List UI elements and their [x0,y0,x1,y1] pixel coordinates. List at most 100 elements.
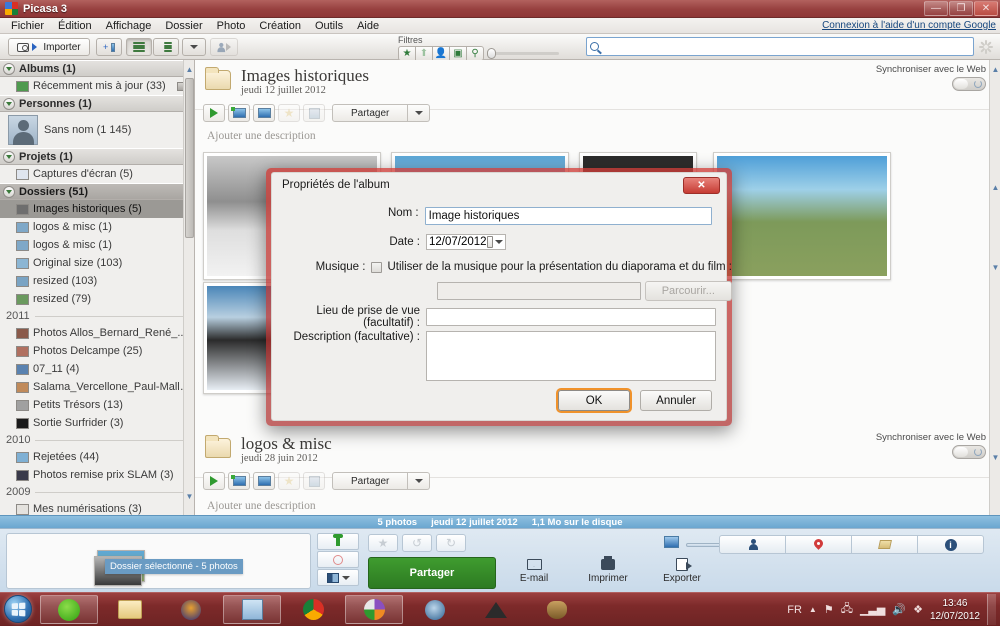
add-folder-button[interactable]: + [96,38,122,56]
sidebar-item-photos-delcampe[interactable]: Photos Delcampe (25) [0,342,194,360]
sidebar-group-projets[interactable]: Projets (1) [0,148,194,165]
cancel-button[interactable]: Annuler [640,390,712,411]
collapse-disc-icon[interactable] [3,185,15,198]
collapse-disc-icon[interactable] [3,150,15,163]
sidebar-group-albums[interactable]: Albums (1) [0,60,194,77]
slideshow-button[interactable] [203,104,225,122]
rotate-left-button[interactable]: ↺ [402,534,432,552]
filter-geotag-button[interactable]: ⚲ [466,46,484,61]
sidebar-item-recemment[interactable]: Récemment mis à jour (33) [0,77,194,95]
sidebar-item-original-size[interactable]: Original size (103) [0,254,194,272]
sidebar-group-dossiers[interactable]: Dossiers (51) [0,183,194,200]
folder-sidebar[interactable]: Albums (1) Récemment mis à jour (33) Per… [0,60,195,515]
clear-tray-button[interactable] [317,551,359,568]
sync-toggle[interactable] [952,77,986,91]
filter-face-button[interactable]: 👤 [432,46,450,61]
sidebar-scrollbar[interactable]: ▲ ▼ [183,60,194,515]
network-disconnected-icon[interactable]: 🖧 [841,600,853,619]
print-action[interactable]: Imprimer [582,555,634,584]
menu-aide[interactable]: Aide [350,19,386,33]
signal-bars-icon[interactable]: ▁▃▅ [860,603,885,616]
close-button[interactable]: ✕ [974,1,998,16]
menu-affichage[interactable]: Affichage [99,19,159,33]
scrollbar-thumb[interactable] [185,78,194,238]
menu-outils[interactable]: Outils [308,19,350,33]
action-center-flag-icon[interactable]: ⚑ [824,603,834,616]
star-rate-button[interactable]: ★ [368,534,398,552]
filter-video-button[interactable]: ▣ [449,46,467,61]
menu-edition[interactable]: Édition [51,19,99,33]
sync-control[interactable]: Synchroniser avec le Web [876,64,986,91]
collage-button[interactable] [228,104,250,122]
sidebar-item-resized-79[interactable]: resized (79) [0,290,194,308]
scroll-up-icon[interactable]: ▲ [991,62,1000,76]
album-date-value[interactable]: 12/07/2012 [429,236,487,248]
taskbar-app-gimp[interactable] [528,595,586,624]
tab-tags[interactable] [851,535,918,554]
taskbar-app-explorer[interactable] [101,595,159,624]
save-button[interactable] [303,472,325,490]
menu-creation[interactable]: Création [252,19,308,33]
menu-photo[interactable]: Photo [210,19,253,33]
scroll-page-up-icon[interactable]: ▲ [991,180,1000,194]
content-scrollbar[interactable]: ▲ ▲ ▼ ▼ [989,60,1000,515]
add-description-field[interactable]: Ajouter une description [207,500,316,512]
tab-places[interactable] [785,535,852,554]
minimize-button[interactable]: — [924,1,948,16]
sidebar-group-personnes[interactable]: Personnes (1) [0,95,194,112]
email-action[interactable]: E-mail [508,555,560,584]
language-indicator[interactable]: FR [787,604,802,616]
save-button[interactable] [303,104,325,122]
export-action[interactable]: Exporter [656,555,708,584]
start-button[interactable] [4,595,32,623]
collage-button[interactable] [228,472,250,490]
scroll-down-icon[interactable]: ▼ [185,489,194,503]
share-dropdown-button[interactable] [408,472,431,490]
ok-button[interactable]: OK [558,390,630,411]
sidebar-item-photos-allos[interactable]: Photos Allos_Bernard_René_... [0,324,194,342]
collapse-disc-icon[interactable] [3,97,15,110]
sidebar-item-rejetees[interactable]: Rejetées (44) [0,448,194,466]
movie-button[interactable] [253,104,275,122]
slideshow-button[interactable] [203,472,225,490]
sidebar-item-resized-103[interactable]: resized (103) [0,272,194,290]
share-big-button[interactable]: Partager [368,557,496,589]
music-checkbox[interactable] [371,261,383,273]
view-options-dropdown[interactable] [182,38,206,56]
sidebar-item-images-historiques[interactable]: Images historiques (5) [0,200,194,218]
rotate-right-button[interactable]: ↻ [436,534,466,552]
tree-view-button[interactable] [153,38,179,56]
taskbar-app-inkscape[interactable] [467,595,525,624]
sidebar-item-sortie-surfrider[interactable]: Sortie Surfrider (3) [0,414,194,432]
show-hidden-icons-button[interactable]: ▲ [809,605,817,614]
sync-control[interactable]: Synchroniser avec le Web [876,432,986,459]
movie-button[interactable] [253,472,275,490]
flat-view-button[interactable] [126,38,152,56]
sidebar-item-petits-tresors[interactable]: Petits Trésors (13) [0,396,194,414]
show-desktop-button[interactable] [987,594,996,625]
update-icon[interactable]: ❖ [913,603,923,616]
people-toolbar-button[interactable] [210,38,238,56]
taskbar-app-audio[interactable] [162,595,220,624]
pin-tray-button[interactable] [317,533,359,550]
place-input[interactable] [426,308,716,326]
import-button[interactable]: Importer [8,38,90,56]
music-path-input[interactable] [436,282,641,300]
album-properties-dialog[interactable]: Propriétés de l'album ✕ Nom : Date : 12/… [266,168,732,426]
sidebar-item-salama-vercellone[interactable]: Salama_Vercellone_Paul-Malle... [0,378,194,396]
menu-fichier[interactable]: Fichier [4,19,51,33]
sidebar-item-sans-nom[interactable]: Sans nom (1 145) [0,112,194,148]
scroll-page-down-icon[interactable]: ▼ [991,260,1000,274]
volume-icon[interactable]: 🔊 [892,603,906,616]
description-textarea[interactable] [426,331,716,381]
sidebar-item-logos-misc-2[interactable]: logos & misc (1) [0,236,194,254]
tab-info[interactable]: i [917,535,984,554]
share-button[interactable]: Partager [332,104,409,122]
filter-upload-button[interactable]: ⬆ [415,46,433,61]
menu-dossier[interactable]: Dossier [158,19,209,33]
sidebar-item-captures[interactable]: Captures d'écran (5) [0,165,194,183]
dialog-close-button[interactable]: ✕ [683,177,720,194]
share-dropdown-button[interactable] [408,104,431,122]
taskbar-app-thunderbird[interactable] [406,595,464,624]
google-login-link[interactable]: Connexion à l'aide d'un compte Google [822,20,996,31]
